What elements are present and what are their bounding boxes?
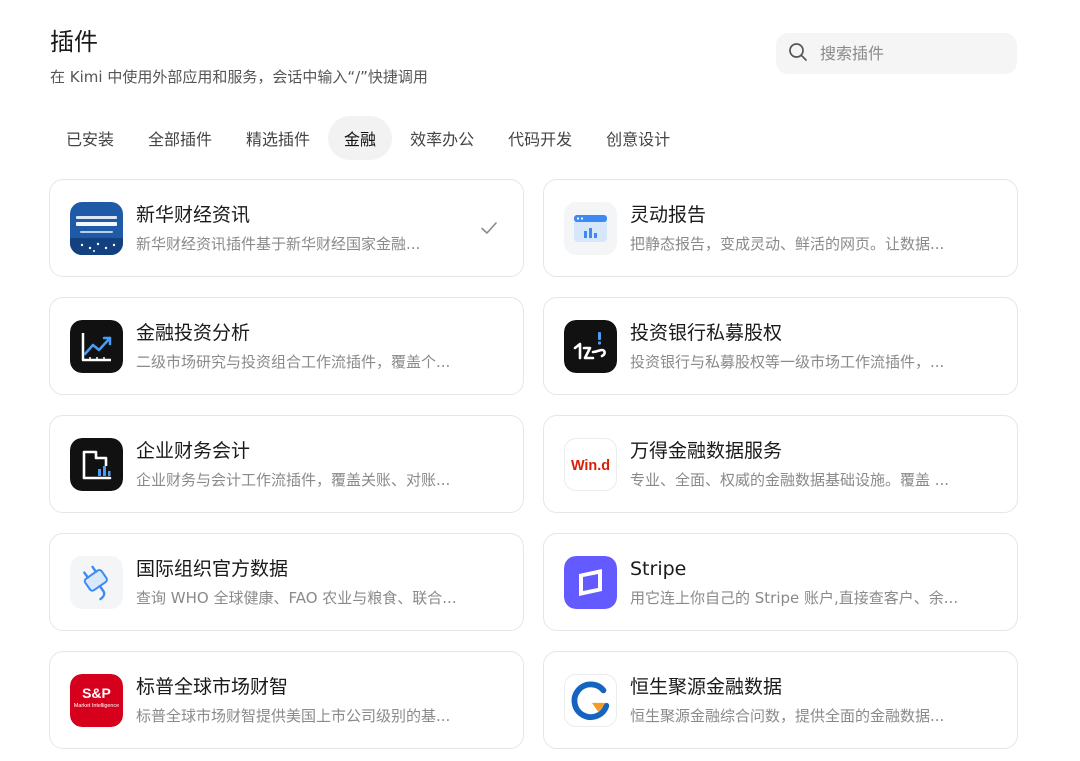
stripe-logo xyxy=(564,555,617,609)
plugin-description: 恒生聚源金融综合问数，提供全面的金融数据... xyxy=(630,706,945,725)
plugin-description: 二级市场研究与投资组合工作流插件，覆盖个... xyxy=(136,352,451,371)
finance-accounting-logo xyxy=(70,437,123,491)
tab-all[interactable]: 全部插件 xyxy=(132,116,228,160)
tab-finance[interactable]: 金融 xyxy=(328,116,393,160)
search-input[interactable] xyxy=(820,44,1000,63)
plugin-name: 灵动报告 xyxy=(630,203,707,226)
plugin-description: 用它连上你自己的 Stripe 账户,直接查客户、余... xyxy=(630,588,959,607)
plugin-name: 金融投资分析 xyxy=(136,321,251,344)
plugin-name: 新华财经资讯 xyxy=(136,203,251,226)
plugin-name: 标普全球市场财智 xyxy=(136,675,289,698)
plugin-card-sp-global[interactable]: S&P Market Intelligence 标普全球市场财智 标普全球市场财… xyxy=(49,651,524,749)
plugin-card-stripe[interactable]: Stripe 用它连上你自己的 Stripe 账户,直接查客户、余... xyxy=(543,533,1018,631)
trend-chart-logo xyxy=(70,319,123,373)
plugin-name: Stripe xyxy=(630,557,687,580)
plugin-description: 企业财务与会计工作流插件，覆盖关账、对账... xyxy=(136,470,451,489)
investment-banking-logo xyxy=(564,319,617,373)
report-chart-logo xyxy=(564,201,617,255)
hundsun-logo xyxy=(564,673,617,727)
plugin-card-investment-analysis[interactable]: 金融投资分析 二级市场研究与投资组合工作流插件，覆盖个... xyxy=(49,297,524,395)
plugin-grid: 新华财经资讯 新华财经资讯插件基于新华财经国家金融... 灵动报告 把静态报告，… xyxy=(49,179,1018,749)
tab-featured[interactable]: 精选插件 xyxy=(230,116,326,160)
xinhua-finance-logo xyxy=(70,201,123,255)
plugin-name: 企业财务会计 xyxy=(136,439,251,462)
plugins-page: 插件 在 Kimi 中使用外部应用和服务，会话中输入“/”快捷调用 已安装 全部… xyxy=(0,0,1080,761)
tab-installed[interactable]: 已安装 xyxy=(50,116,130,160)
plugin-description: 查询 WHO 全球健康、FAO 农业与粮食、联合... xyxy=(136,588,457,607)
sp-logo-text: S&P xyxy=(82,685,111,701)
plugin-name: 万得金融数据服务 xyxy=(630,439,783,462)
tab-productivity[interactable]: 效率办公 xyxy=(394,116,490,160)
search-icon xyxy=(788,42,808,66)
plugin-description: 投资银行与私募股权等一级市场工作流插件，... xyxy=(630,352,945,371)
plug-logo xyxy=(70,555,123,609)
wind-logo-text: Win.d xyxy=(571,457,610,473)
plugin-name: 恒生聚源金融数据 xyxy=(630,675,783,698)
plugin-card-hundsun[interactable]: 恒生聚源金融数据 恒生聚源金融综合问数，提供全面的金融数据... xyxy=(543,651,1018,749)
sp-logo-subtext: Market Intelligence xyxy=(74,703,119,709)
wind-logo: Win.d xyxy=(564,437,617,491)
category-tabs: 已安装 全部插件 精选插件 金融 效率办公 代码开发 创意设计 xyxy=(50,116,688,160)
page-subtitle: 在 Kimi 中使用外部应用和服务，会话中输入“/”快捷调用 xyxy=(50,68,428,86)
plugin-description: 标普全球市场财智提供美国上市公司级别的基... xyxy=(136,706,451,725)
plugin-card-wind[interactable]: Win.d 万得金融数据服务 专业、全面、权威的金融数据基础设施。覆盖 ... xyxy=(543,415,1018,513)
plugin-card-report[interactable]: 灵动报告 把静态报告，变成灵动、鲜活的网页。让数据... xyxy=(543,179,1018,277)
sp-global-logo: S&P Market Intelligence xyxy=(70,673,123,727)
plugin-card-intl-org[interactable]: 国际组织官方数据 查询 WHO 全球健康、FAO 农业与粮食、联合... xyxy=(49,533,524,631)
plugin-card-investment-banking[interactable]: 投资银行私募股权 投资银行与私募股权等一级市场工作流插件，... xyxy=(543,297,1018,395)
page-title: 插件 xyxy=(50,28,98,56)
plugin-name: 投资银行私募股权 xyxy=(630,321,783,344)
tab-creative[interactable]: 创意设计 xyxy=(590,116,686,160)
tab-coding[interactable]: 代码开发 xyxy=(492,116,588,160)
plugin-card-corporate-finance[interactable]: 企业财务会计 企业财务与会计工作流插件，覆盖关账、对账... xyxy=(49,415,524,513)
plugin-description: 把静态报告，变成灵动、鲜活的网页。让数据... xyxy=(630,234,945,253)
plugin-name: 国际组织官方数据 xyxy=(136,557,289,580)
plugin-description: 专业、全面、权威的金融数据基础设施。覆盖 ... xyxy=(630,470,950,489)
plugin-card-xinhua[interactable]: 新华财经资讯 新华财经资讯插件基于新华财经国家金融... xyxy=(49,179,524,277)
plugin-description: 新华财经资讯插件基于新华财经国家金融... xyxy=(136,234,421,253)
check-icon xyxy=(479,218,499,238)
search-box[interactable] xyxy=(776,33,1017,74)
